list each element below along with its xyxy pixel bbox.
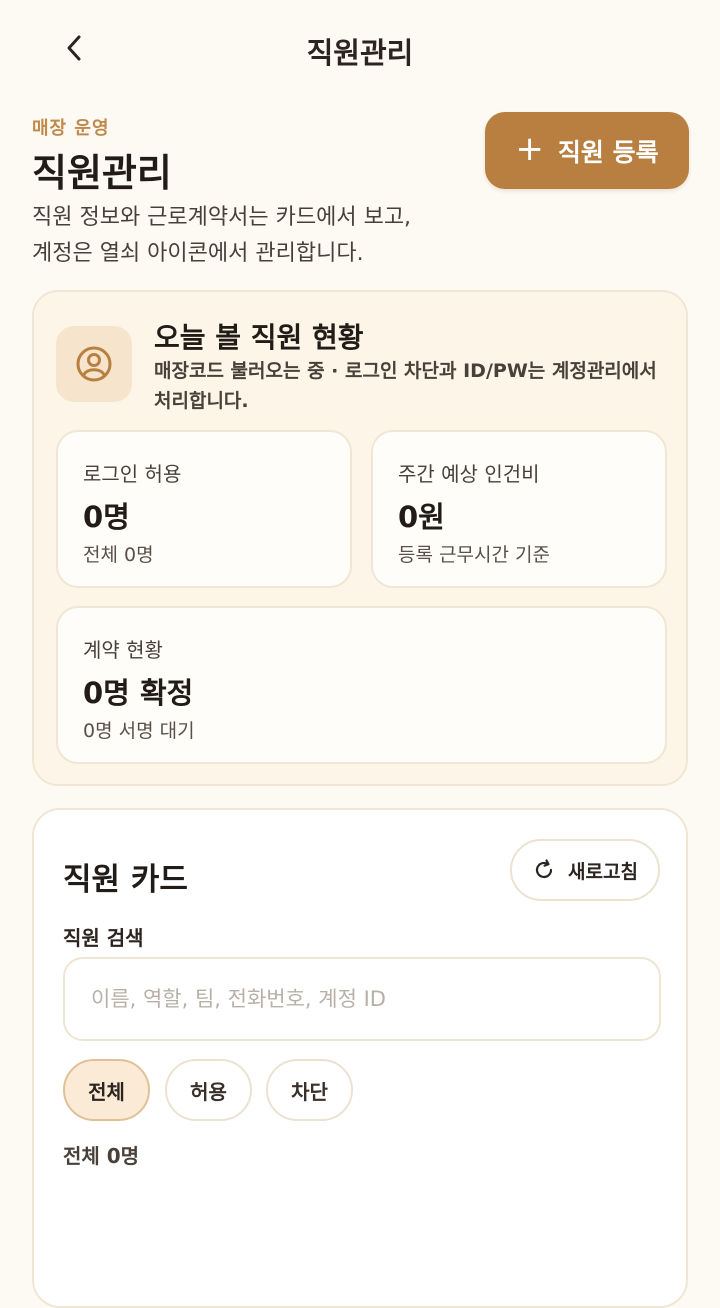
plus-icon: + xyxy=(515,128,544,169)
stat-value: 0원 xyxy=(398,500,445,534)
stat-label: 주간 예상 인건비 xyxy=(398,462,540,486)
page-description: 직원 정보와 근로계약서는 카드에서 보고, 계정은 열쇠 아이콘에서 관리합니… xyxy=(32,205,412,266)
employee-search-input[interactable] xyxy=(63,957,661,1041)
user-circle-icon xyxy=(56,326,132,402)
refresh-button[interactable]: 새로고침 xyxy=(510,839,660,901)
stat-value: 0명 확정 xyxy=(83,676,194,710)
add-employee-button[interactable]: + 직원 등록 xyxy=(485,112,689,189)
filter-chip-allowed[interactable]: 허용 xyxy=(165,1059,252,1121)
refresh-label: 새로고침 xyxy=(568,860,638,883)
stat-card-weekly-labor-cost: 주간 예상 인건비 0원 등록 근무시간 기준 xyxy=(371,430,667,588)
filter-chip-all[interactable]: 전체 xyxy=(63,1059,150,1121)
refresh-icon xyxy=(535,859,553,879)
stat-card-contract-status: 계약 현황 0명 확정 0명 서명 대기 xyxy=(56,606,667,764)
stat-label: 계약 현황 xyxy=(83,638,163,662)
summary-panel: 오늘 볼 직원 현황 매장코드 불러오는 중 · 로그인 차단과 ID/PW는 … xyxy=(32,290,688,786)
employee-cards-title: 직원 카드 xyxy=(63,862,188,898)
search-label: 직원 검색 xyxy=(63,926,144,950)
top-bar: 직원관리 xyxy=(0,0,720,100)
page-header-title: 직원관리 xyxy=(306,36,414,70)
stat-card-login-allowed: 로그인 허용 0명 전체 0명 xyxy=(56,430,352,588)
stat-sub: 0명 서명 대기 xyxy=(83,720,195,742)
page-title: 직원관리 xyxy=(32,151,172,195)
filter-chip-blocked[interactable]: 차단 xyxy=(266,1059,353,1121)
summary-title: 오늘 볼 직원 현황 xyxy=(154,321,364,354)
add-employee-label: 직원 등록 xyxy=(557,137,659,167)
employee-count: 전체 0명 xyxy=(63,1144,140,1168)
employee-cards-panel: 직원 카드 새로고침 직원 검색 전체 허용 차단 전체 0명 xyxy=(32,808,688,1308)
stat-sub: 전체 0명 xyxy=(83,544,154,566)
stat-value: 0명 xyxy=(83,500,130,534)
stat-sub: 등록 근무시간 기준 xyxy=(398,544,550,566)
section-eyebrow: 매장 운영 xyxy=(32,118,110,139)
summary-subtitle: 매장코드 불러오는 중 · 로그인 차단과 ID/PW는 계정관리에서 처리합니… xyxy=(154,360,657,412)
stat-label: 로그인 허용 xyxy=(83,462,182,486)
